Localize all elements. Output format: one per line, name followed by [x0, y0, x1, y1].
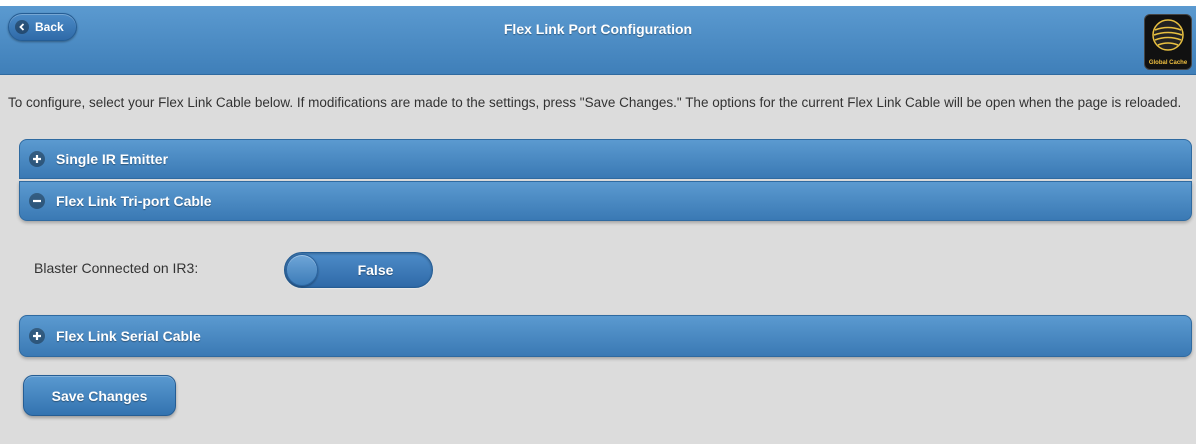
- toggle-value: False: [357, 262, 394, 278]
- globe-icon: [1152, 19, 1184, 51]
- section-label: Single IR Emitter: [56, 151, 169, 167]
- intro-text: To configure, select your Flex Link Cabl…: [8, 95, 1182, 110]
- logo-text: Global Cache: [1148, 60, 1188, 66]
- section-label: Flex Link Serial Cable: [56, 328, 201, 344]
- save-changes-button[interactable]: Save Changes: [23, 375, 176, 416]
- blaster-ir3-label: Blaster Connected on IR3:: [34, 260, 199, 276]
- blaster-ir3-toggle[interactable]: False: [284, 252, 433, 288]
- page-title: Flex Link Port Configuration: [503, 21, 693, 37]
- header-bar: Back Flex Link Port Configuration Global…: [0, 6, 1196, 75]
- section-flex-link-triport-cable[interactable]: Flex Link Tri-port Cable: [19, 181, 1192, 221]
- plus-icon: [29, 151, 45, 167]
- section-flex-link-serial-cable[interactable]: Flex Link Serial Cable: [19, 315, 1192, 357]
- toggle-knob[interactable]: [286, 254, 318, 286]
- minus-icon: [29, 193, 45, 209]
- section-single-ir-emitter[interactable]: Single IR Emitter: [19, 139, 1192, 179]
- section-label: Flex Link Tri-port Cable: [56, 193, 212, 209]
- plus-icon: [29, 328, 45, 344]
- global-cache-logo: Global Cache: [1144, 14, 1192, 70]
